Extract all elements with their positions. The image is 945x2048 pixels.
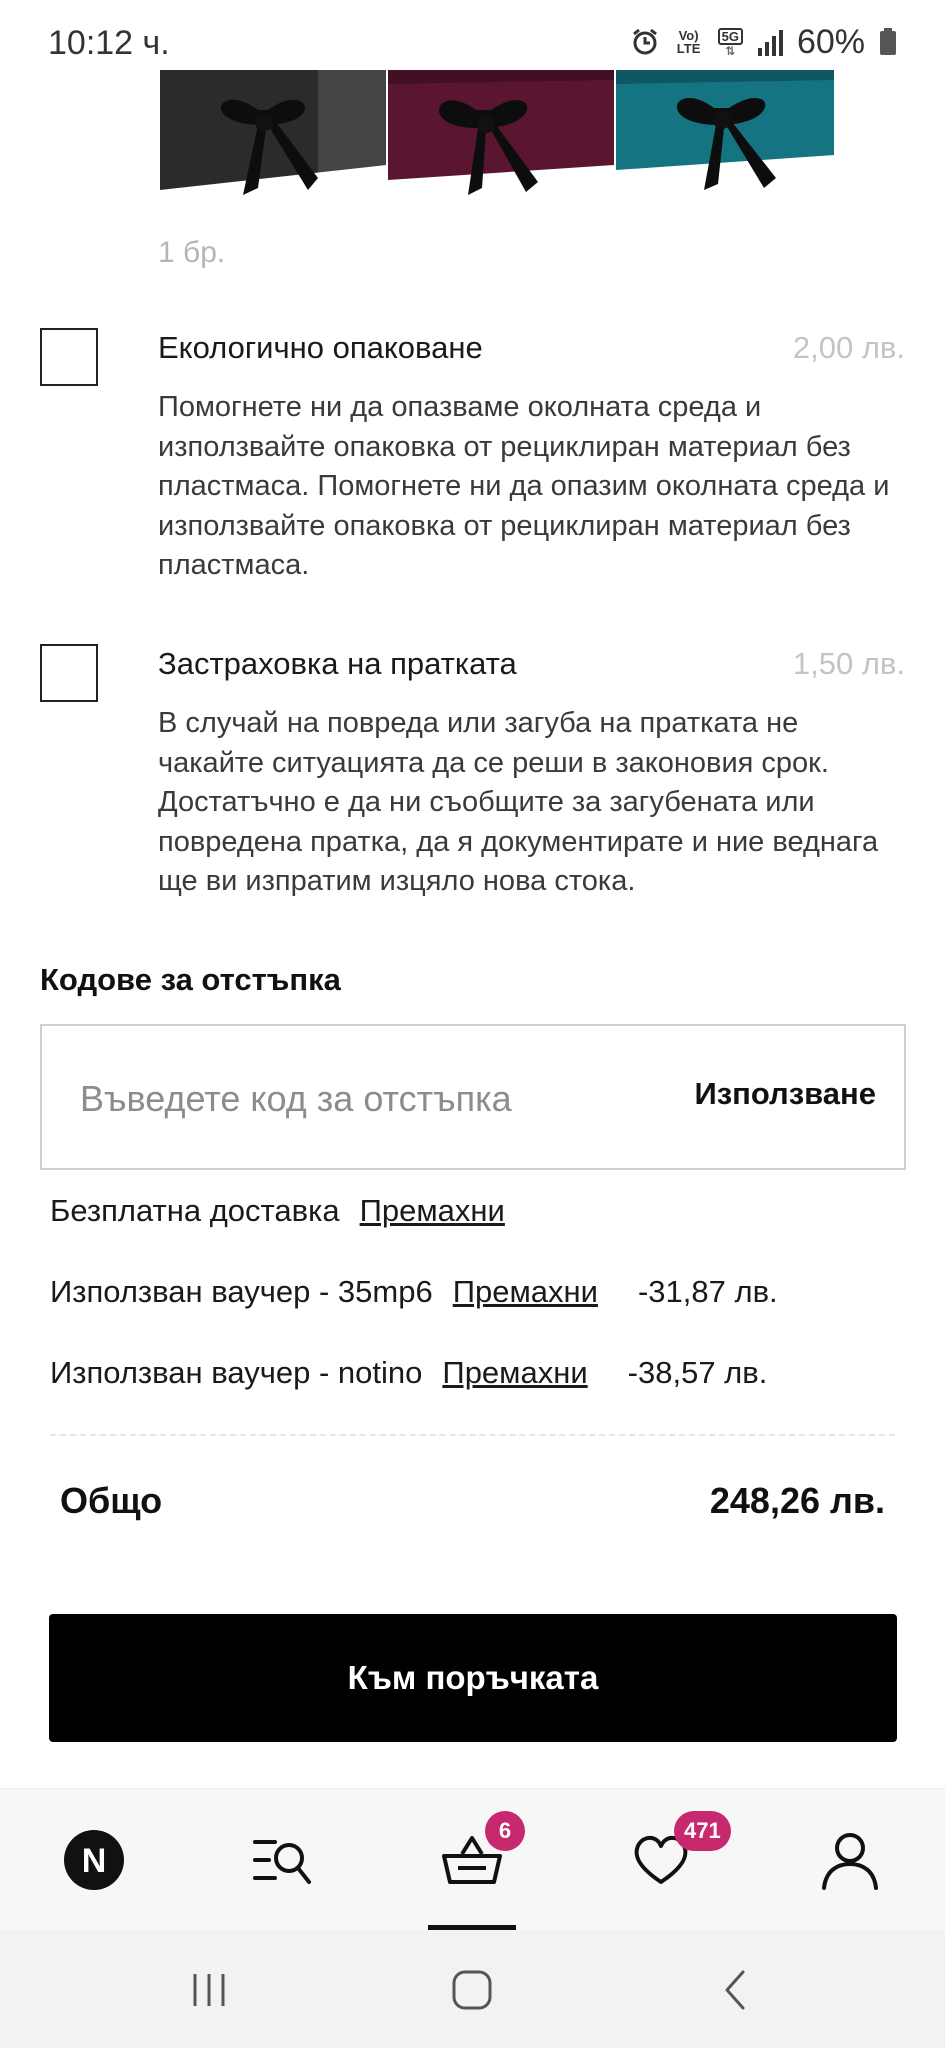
total-label: Общо [60, 1480, 163, 1521]
nav-favorites[interactable]: 471 [596, 1789, 731, 1931]
discount-code-input[interactable] [80, 1070, 640, 1128]
notino-logo-icon: N [64, 1830, 124, 1890]
favorites-count-badge: 471 [674, 1811, 731, 1851]
voucher-amount: -38,57 лв. [627, 1355, 768, 1390]
remove-voucher-link[interactable]: Премахни [442, 1355, 587, 1390]
eco-packaging-price: 2,00 лв. [792, 330, 905, 365]
remove-voucher-link[interactable]: Премахни [453, 1274, 598, 1309]
voucher-amount: -31,87 лв. [637, 1274, 778, 1309]
5g-label: 5G [717, 27, 743, 45]
total-value: 248,26 лв. [709, 1480, 885, 1521]
volte-icon: Vo) LTE [676, 28, 701, 56]
discount-code-box: Използване [40, 1024, 906, 1170]
free-shipping-row: Безплатна доставка Премахни [50, 1193, 505, 1229]
checkout-button[interactable]: Към поръчката [49, 1614, 897, 1742]
gift-box-image [160, 70, 386, 195]
nav-profile[interactable] [785, 1789, 915, 1931]
battery-percent: 60% [796, 22, 865, 61]
dashed-divider [50, 1434, 895, 1436]
free-shipping-label: Безплатна доставка [50, 1193, 340, 1228]
recents-icon[interactable] [169, 1960, 249, 2020]
notino-logo-letter: N [82, 1842, 107, 1880]
gift-box-image [616, 70, 834, 190]
alarm-icon [630, 27, 660, 57]
discount-codes-title: Кодове за отстъпка [40, 962, 341, 997]
gift-box-images [158, 70, 842, 200]
user-icon [822, 1833, 878, 1890]
eco-packaging-title: Екологично опаковане [158, 330, 483, 365]
gift-quantity: 1 бр. [158, 236, 226, 269]
battery-icon [879, 28, 897, 56]
remove-free-shipping-link[interactable]: Премахни [360, 1193, 505, 1228]
status-time: 10:12 ч. [48, 24, 170, 62]
voucher-row: Използван ваучер - notino Премахни -38,57 … [50, 1355, 767, 1391]
cart-summary-page: 10:12 ч. Vo) LTE 5G ⇅ 60% 1 бр. Екологич… [0, 0, 945, 2048]
status-icons: Vo) LTE 5G ⇅ 60% [630, 22, 897, 62]
status-bar: 10:12 ч. Vo) LTE 5G ⇅ 60% [0, 0, 945, 80]
signal-icon [757, 28, 783, 56]
shipment-insurance-checkbox[interactable] [40, 644, 98, 702]
shipment-insurance-description: В случай на повреда или загуба на пратка… [158, 707, 879, 897]
menu-search-icon [253, 1840, 311, 1884]
nav-categories[interactable] [218, 1789, 348, 1931]
back-icon[interactable] [696, 1960, 776, 2020]
nav-home[interactable]: N [29, 1789, 159, 1931]
eco-packaging-checkbox[interactable] [40, 328, 98, 386]
voucher-row: Използван ваучер - 35mp6 Премахни -31,87 л… [50, 1274, 778, 1310]
cart-count-badge: 6 [485, 1811, 525, 1851]
apply-discount-button[interactable]: Използване [694, 1076, 876, 1112]
bottom-nav: N 6 471 [0, 1788, 945, 1931]
gift-box-image [388, 70, 614, 195]
voucher-label: Използван ваучер - notino [50, 1355, 423, 1390]
data-arrows-icon: ⇅ [725, 43, 736, 58]
nav-cart[interactable]: 6 [407, 1789, 537, 1931]
system-nav-bar [0, 1930, 945, 2048]
eco-packaging-description: Помогнете ни да опазваме околната среда … [158, 391, 890, 581]
home-icon[interactable] [432, 1960, 512, 2020]
shipment-insurance-title: Застраховка на пратката [158, 646, 517, 681]
5g-icon: 5G ⇅ [717, 27, 743, 58]
shipment-insurance-price: 1,50 лв. [792, 646, 905, 681]
voucher-label: Използван ваучер - 35mp6 [50, 1274, 433, 1309]
